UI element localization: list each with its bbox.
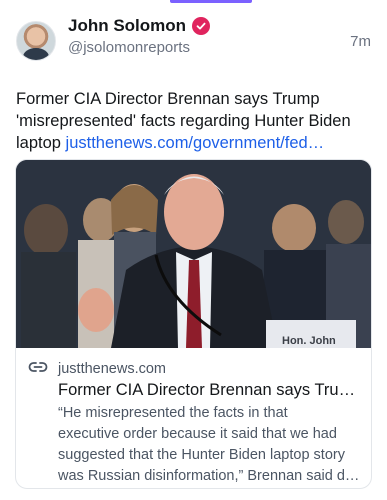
- verified-badge-icon: [192, 17, 211, 35]
- card-description-line: suggested that the Hunter Biden laptop s…: [58, 447, 345, 463]
- link-icon: [28, 360, 48, 378]
- card-description: “He misrepresented the facts in that exe…: [58, 403, 363, 487]
- display-name[interactable]: John Solomon: [68, 16, 186, 36]
- card-title[interactable]: Former CIA Director Brennan says Tru…: [58, 381, 363, 400]
- author-names: John Solomon @jsolomonreports: [68, 16, 350, 56]
- card-description-line: was Russian disinformation,” Brennan sai…: [58, 468, 360, 484]
- card-domain: justthenews.com: [58, 361, 166, 377]
- avatar[interactable]: [16, 21, 56, 61]
- nameplate-text: Hon. John: [282, 335, 336, 347]
- card-description-line: “He misrepresented the facts in that: [58, 405, 288, 421]
- author-handle[interactable]: @jsolomonreports: [68, 39, 350, 56]
- link-preview-card[interactable]: Hon. John justthenews.com Former CIA Dir…: [15, 159, 372, 489]
- card-domain-row: justthenews.com: [28, 360, 359, 378]
- brennan-hearing-photo: Hon. John: [16, 160, 371, 348]
- card-body: justthenews.com Former CIA Director Bren…: [16, 348, 371, 487]
- card-image[interactable]: Hon. John: [16, 160, 371, 348]
- card-description-line: executive order because it said that we …: [58, 426, 337, 442]
- post-text: Former CIA Director Brennan says Trump '…: [16, 88, 374, 154]
- post-timestamp[interactable]: 7m: [350, 33, 371, 50]
- post-header: John Solomon @jsolomonreports 7m: [16, 16, 373, 66]
- name-row: John Solomon: [68, 16, 350, 36]
- post-link[interactable]: justthenews.com/government/fed…: [66, 134, 325, 152]
